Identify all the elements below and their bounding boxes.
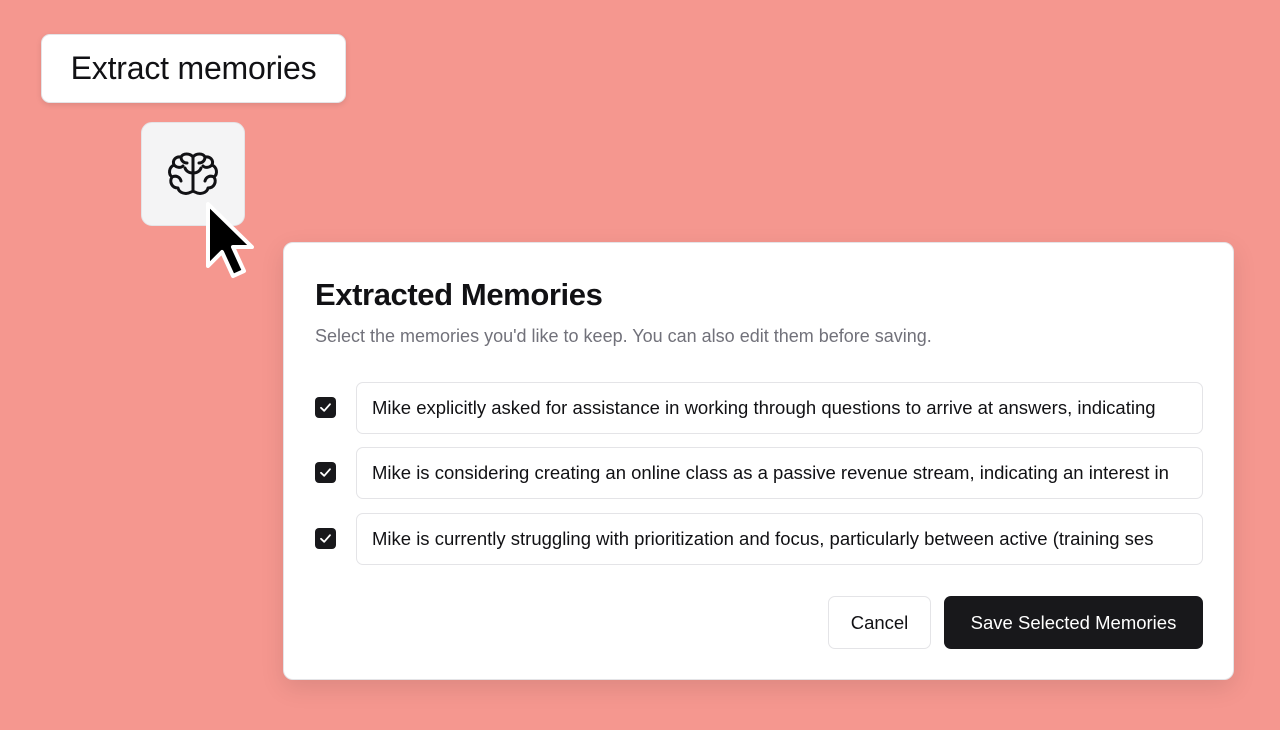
cancel-button[interactable]: Cancel [828, 596, 931, 649]
tooltip-label: Extract memories [70, 50, 317, 86]
memory-text-field[interactable] [356, 513, 1203, 565]
extract-memories-tooltip: Extract memories [41, 34, 346, 103]
check-icon [320, 468, 331, 477]
extracted-memories-dialog: Extracted Memories Select the memories y… [283, 242, 1234, 680]
dialog-title: Extracted Memories [315, 277, 603, 312]
memory-row [315, 447, 1203, 499]
memory-checkbox[interactable] [315, 397, 336, 418]
check-icon [320, 403, 331, 412]
check-icon [320, 534, 331, 543]
mouse-cursor-icon [200, 196, 262, 286]
memory-row [315, 513, 1203, 565]
memory-checkbox[interactable] [315, 462, 336, 483]
dialog-description: Select the memories you'd like to keep. … [315, 326, 932, 346]
save-selected-memories-button[interactable]: Save Selected Memories [944, 596, 1203, 649]
brain-icon [167, 151, 219, 197]
memory-text-field[interactable] [356, 447, 1203, 499]
memory-text-field[interactable] [356, 382, 1203, 434]
memory-checkbox[interactable] [315, 528, 336, 549]
memory-row [315, 382, 1203, 434]
